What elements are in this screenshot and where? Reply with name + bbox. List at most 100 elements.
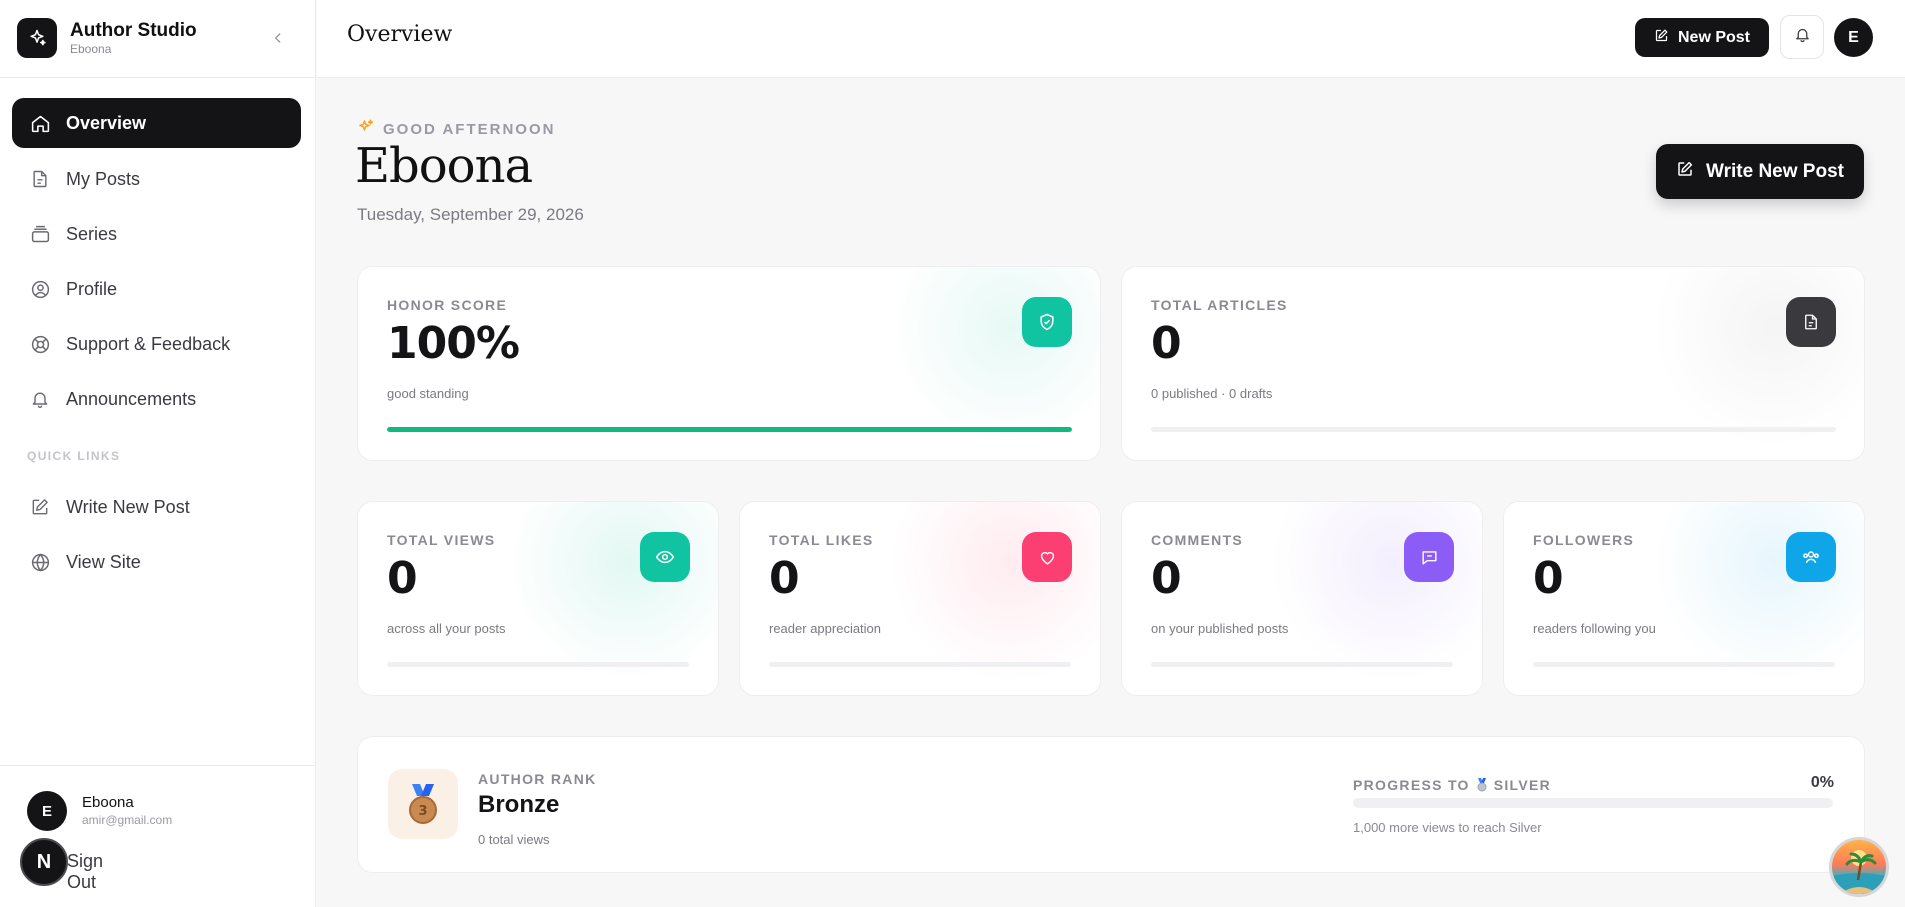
followers-progress-bar	[1533, 662, 1835, 667]
sidebar-item-view-site[interactable]: View Site	[12, 537, 301, 587]
page-title: Overview	[347, 22, 453, 47]
rank-progress-percent: 0%	[1810, 774, 1834, 791]
sidebar-item-write-new-post[interactable]: Write New Post	[12, 482, 301, 532]
sidebar: Author Studio Eboona Overview My Posts S…	[0, 0, 316, 907]
comments-progress-bar	[1151, 662, 1453, 667]
card-value: 0	[1151, 553, 1182, 604]
card-value: 0	[1151, 318, 1182, 369]
card-label: TOTAL LIKES	[769, 532, 874, 548]
card-subtitle: across all your posts	[387, 621, 506, 636]
likes-progress-bar	[769, 662, 1071, 667]
card-value: 0	[769, 553, 800, 604]
sidebar-item-label: Overview	[66, 112, 147, 133]
message-square-icon	[1404, 532, 1454, 582]
layers-icon	[29, 223, 51, 245]
card-subtitle: good standing	[387, 386, 469, 401]
topbar: Overview New Post E	[317, 0, 1905, 78]
card-label: TOTAL ARTICLES	[1151, 297, 1288, 313]
sidebar-item-label: My Posts	[66, 168, 141, 189]
file-text-icon	[1786, 297, 1836, 347]
card-subtitle: 0 published · 0 drafts	[1151, 386, 1273, 401]
sidebar-item-announcements[interactable]: Announcements	[12, 374, 301, 424]
sidebar-item-label: Series	[66, 223, 118, 244]
comments-card: COMMENTS 0 on your published posts	[1121, 501, 1483, 696]
home-icon	[29, 112, 51, 134]
card-subtitle: readers following you	[1533, 621, 1656, 636]
card-subtitle: on your published posts	[1151, 621, 1289, 636]
sidebar-item-label: Announcements	[66, 388, 197, 409]
rank-progress-bar	[1353, 798, 1833, 808]
sidebar-item-support-feedback[interactable]: Support & Feedback	[12, 319, 301, 369]
heart-icon	[1022, 532, 1072, 582]
shield-check-icon	[1022, 297, 1072, 347]
edit-icon	[29, 496, 51, 518]
sidebar-item-series[interactable]: Series	[12, 209, 301, 259]
sidebar-item-label: View Site	[66, 551, 141, 572]
svg-text:3: 3	[418, 804, 427, 819]
avatar: E	[27, 791, 67, 831]
card-label: FOLLOWERS	[1533, 532, 1635, 548]
user-email: amir@gmail.com	[82, 813, 173, 827]
bronze-medal-icon: 3	[388, 769, 458, 839]
rank-subtitle: 0 total views	[478, 832, 550, 847]
card-label: HONOR SCORE	[387, 297, 508, 313]
file-icon	[29, 168, 51, 190]
sign-out-label: Sign Out	[67, 851, 104, 892]
sidebar-item-my-posts[interactable]: My Posts	[12, 154, 301, 204]
floating-beach-avatar-icon[interactable]	[1829, 837, 1889, 897]
card-value: 0	[1533, 553, 1564, 604]
sidebar-divider	[0, 77, 316, 78]
write-new-post-label: Write New Post	[1706, 160, 1844, 182]
bell-icon	[29, 388, 51, 410]
next-badge-icon[interactable]: N	[20, 838, 68, 886]
honor-score-card: HONOR SCORE 100% good standing	[357, 266, 1101, 461]
sidebar-item-label: Support & Feedback	[66, 333, 231, 354]
progress-fill	[387, 427, 1072, 432]
sidebar-item-profile[interactable]: Profile	[12, 264, 301, 314]
globe-icon	[29, 551, 51, 573]
sidebar-item-label: Profile	[66, 278, 118, 299]
users-icon	[1786, 532, 1836, 582]
sidebar-item-overview[interactable]: Overview	[12, 98, 301, 148]
honor-progress-bar	[387, 427, 1072, 432]
sign-out-button[interactable]: N Sign Out	[20, 838, 103, 892]
write-new-post-button[interactable]: Write New Post	[1656, 144, 1864, 199]
greeting-name: Eboona	[355, 138, 533, 194]
brand-title: Author Studio	[70, 20, 197, 41]
progress-to-label: PROGRESS TO	[1353, 777, 1470, 793]
greeting-date: Tuesday, September 29, 2026	[357, 205, 584, 224]
user-profile[interactable]: E Eboona amir@gmail.com	[27, 791, 172, 831]
rank-label: AUTHOR RANK	[478, 771, 597, 787]
user-circle-icon	[29, 278, 51, 300]
total-articles-card: TOTAL ARTICLES 0 0 published · 0 drafts	[1121, 266, 1865, 461]
user-name: Eboona	[82, 794, 134, 811]
bell-icon	[1794, 26, 1811, 48]
total-likes-card: TOTAL LIKES 0 reader appreciation	[739, 501, 1101, 696]
collapse-sidebar-chevron-left-icon[interactable]	[268, 28, 288, 48]
brand[interactable]: Author Studio Eboona	[17, 18, 197, 58]
card-subtitle: reader appreciation	[769, 621, 882, 636]
card-label: COMMENTS	[1151, 532, 1244, 548]
author-rank-card: 3 AUTHOR RANK Bronze 0 total views PROGR…	[357, 736, 1865, 873]
brand-subtitle: Eboona	[70, 42, 112, 56]
followers-card: FOLLOWERS 0 readers following you	[1503, 501, 1865, 696]
rank-name: Bronze	[478, 791, 560, 818]
eye-icon	[640, 532, 690, 582]
views-progress-bar	[387, 662, 689, 667]
sidebar-footer-divider	[0, 765, 316, 766]
greeting-label: GOOD AFTERNOON	[383, 121, 556, 138]
rank-progress-subtitle: 1,000 more views to reach Silver	[1353, 820, 1542, 835]
quick-links-heading: QUICK LINKS	[27, 449, 121, 463]
new-post-button[interactable]: New Post	[1635, 18, 1769, 57]
sidebar-item-label: Write New Post	[66, 496, 190, 517]
edit-icon	[1676, 160, 1694, 184]
rank-progress-label: PROGRESS TO SILVER	[1353, 777, 1551, 793]
new-post-label: New Post	[1677, 28, 1750, 46]
notifications-button[interactable]	[1780, 15, 1824, 59]
avatar[interactable]: E	[1834, 18, 1873, 57]
total-views-card: TOTAL VIEWS 0 across all your posts	[357, 501, 719, 696]
silver-medal-icon	[1476, 778, 1488, 792]
articles-progress-bar	[1151, 427, 1836, 432]
next-rank: SILVER	[1493, 777, 1552, 793]
card-value: 100%	[387, 318, 520, 369]
